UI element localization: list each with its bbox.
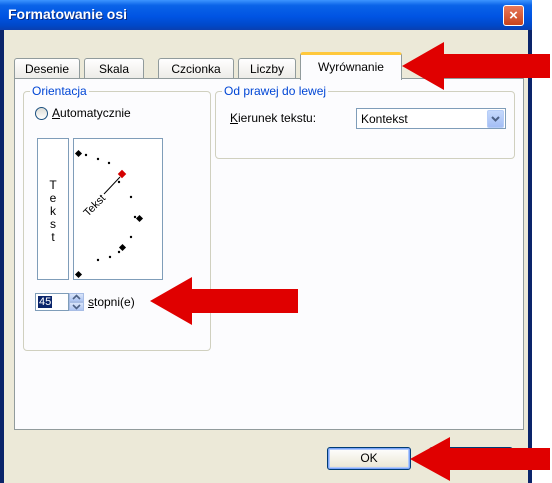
- spin-down-button[interactable]: [69, 302, 84, 311]
- tab-czcionka[interactable]: Czcionka: [158, 58, 234, 79]
- tab-panel: Orientacja Automatycznie T e k s t Tekst…: [14, 78, 524, 430]
- annotation-arrow-ok: [410, 437, 550, 481]
- orientation-group-label: Orientacja: [30, 84, 89, 98]
- ok-button[interactable]: OK: [327, 447, 411, 470]
- orientation-dial-graphic: Tekst: [74, 149, 144, 279]
- rtl-group: Od prawej do lewej Kierunek tekstu: Kont…: [215, 84, 515, 159]
- rtl-group-label: Od prawej do lewej: [222, 84, 329, 98]
- vertical-text-button[interactable]: T e k s t: [37, 138, 69, 280]
- tab-desenie[interactable]: Desenie: [14, 58, 80, 79]
- dropdown-button[interactable]: [487, 110, 504, 128]
- dialog-body: Desenie Skala Czcionka Liczby Wyrównanie…: [4, 30, 528, 483]
- text-direction-value: Kontekst: [361, 112, 408, 126]
- tab-skala[interactable]: Skala: [84, 58, 144, 79]
- automatic-label[interactable]: Automatycznie: [52, 106, 131, 120]
- automatic-radio[interactable]: [35, 107, 48, 120]
- annotation-arrow-degrees: [150, 277, 298, 325]
- dial-marker-90: [74, 149, 83, 158]
- degrees-input[interactable]: 45: [35, 293, 69, 311]
- dial-text-label: Tekst: [82, 192, 109, 219]
- tab-liczby[interactable]: Liczby: [238, 58, 296, 79]
- orientation-dial[interactable]: Tekst: [73, 138, 163, 280]
- degrees-spinner[interactable]: [69, 293, 84, 311]
- title-bar[interactable]: Formatowanie osi ×: [0, 0, 532, 30]
- dial-marker-minus45: [118, 243, 127, 252]
- degrees-value: 45: [38, 296, 53, 308]
- annotation-arrow-tab: [402, 42, 550, 90]
- text-direction-label: Kierunek tekstu:: [230, 111, 317, 125]
- text-direction-select[interactable]: Kontekst: [356, 108, 506, 129]
- chevron-up-icon: [72, 294, 81, 300]
- dial-handle-45[interactable]: [117, 169, 127, 179]
- degrees-label: stopni(e): [88, 295, 135, 309]
- close-icon: ×: [509, 7, 518, 24]
- dial-marker-0: [135, 214, 144, 223]
- spin-up-button[interactable]: [69, 293, 84, 302]
- chevron-down-icon: [72, 304, 81, 310]
- close-button[interactable]: ×: [503, 5, 524, 26]
- dial-pointer-line: [103, 176, 121, 195]
- vertical-text-letter: t: [51, 230, 55, 244]
- chevron-down-icon: [491, 116, 500, 122]
- dial-marker-minus90: [74, 270, 83, 279]
- tab-wyrownanie[interactable]: Wyrównanie: [300, 52, 402, 80]
- window-title: Formatowanie osi: [8, 6, 128, 22]
